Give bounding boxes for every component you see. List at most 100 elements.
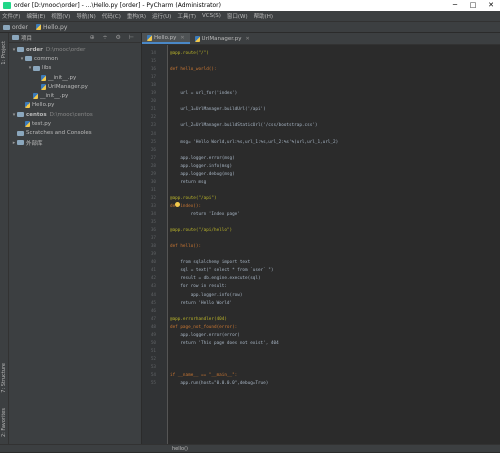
line-number: 30 [150, 179, 156, 185]
menu-vcs[interactable]: VCS(S) [202, 13, 221, 19]
line-number: 31 [150, 187, 156, 193]
code-line[interactable]: def hello_world(): [170, 67, 217, 73]
code-line[interactable]: app.logger.error(error) [170, 333, 240, 339]
menu-refactor[interactable]: 重构(R) [127, 12, 146, 20]
code-line[interactable]: msg= 'Hello World,url:%s,url_1:%s,url_2:… [170, 140, 338, 146]
close-tab-icon[interactable]: ✕ [180, 35, 184, 41]
code-line[interactable]: result = db.engine.execute(sql) [170, 276, 260, 282]
folder-icon [33, 65, 40, 71]
line-number: 35 [150, 220, 156, 226]
code-editor[interactable]: 14 @app.route("/") 15 16 def hello_world(): 1… [151, 45, 500, 444]
tree-item[interactable]: __init__.py [9, 91, 141, 100]
tab-label: Hello.py [154, 34, 177, 41]
code-line[interactable]: @app.route("/api") [170, 196, 217, 202]
code-line[interactable]: url_1=UrlManager.buildUrl('/api') [170, 107, 265, 113]
code-line[interactable]: return msg [170, 180, 206, 186]
tab-urlmanager-py[interactable]: UrlManager.py ✕ [190, 33, 255, 44]
tree-item-label: 外部库 [26, 140, 43, 147]
code-line[interactable]: @app.route("/api/hello") [170, 228, 232, 234]
tree-item[interactable]: ▾ centos D:\mooc\centos [9, 110, 141, 119]
tree-item[interactable]: Scratches and Consoles [9, 129, 141, 138]
code-line[interactable]: from sqlalchemy import text [170, 260, 250, 266]
python-file-icon [36, 24, 41, 30]
line-number: 46 [150, 308, 156, 314]
tree-item[interactable]: __init__.py [9, 73, 141, 82]
python-file-icon [194, 35, 200, 42]
menu-file[interactable]: 文件(F) [2, 12, 20, 20]
line-number: 48 [150, 324, 156, 330]
status-bar: hello() [0, 444, 500, 452]
editor-tabs: Hello.py ✕ UrlManager.py ✕ [142, 33, 500, 45]
code-line[interactable]: app.logger.info(msg) [170, 164, 232, 170]
line-number: 39 [150, 252, 156, 258]
line-number: 51 [150, 348, 156, 354]
tree-item[interactable]: ▾ order D:\mooc\order [9, 45, 141, 54]
line-number: 26 [150, 147, 156, 153]
code-line[interactable]: def hello(): [170, 244, 201, 250]
line-number: 54 [150, 373, 156, 378]
line-number: 24 [150, 131, 156, 137]
window-title: order [D:\mooc\order] - ...\Hello.py [or… [14, 2, 221, 9]
code-line[interactable]: app.run(host="0.0.0.0",debug=True) [170, 381, 268, 387]
tree-item[interactable]: ▾ common [9, 54, 141, 63]
nav-project[interactable]: order [3, 24, 28, 31]
code-line[interactable]: if __name__ == "__main__": [170, 373, 237, 379]
tree-item-label: centos [26, 111, 47, 118]
menu-help[interactable]: 帮助(H) [254, 12, 273, 20]
project-tree: ▾ order D:\mooc\order ▾ common ▾ libs __init__.… [9, 43, 141, 147]
code-line[interactable]: app.logger.debug(msg) [170, 172, 234, 178]
tree-item[interactable]: test.py [9, 119, 141, 128]
menu-navigate[interactable]: 导航(N) [76, 12, 95, 20]
tree-item[interactable]: ▸ 外部库 [9, 138, 141, 147]
menu-code[interactable]: 代码(C) [102, 12, 121, 20]
tab-label: UrlManager.py [201, 35, 242, 42]
code-line[interactable]: return 'This page does not exist', 404 [170, 341, 278, 347]
project-panel-header: 项目 ⊕ ÷ ⚙ ⊢ [9, 33, 141, 43]
tree-item-path: D:\mooc\centos [49, 111, 93, 118]
tree-item[interactable]: Hello.py [9, 101, 141, 110]
menu-tools[interactable]: 工具(T) [177, 12, 196, 20]
project-panel-tools[interactable]: ⊕ ÷ ⚙ ⊢ [90, 33, 137, 43]
code-line[interactable]: def page_not_found(error): [170, 325, 237, 331]
menu-window[interactable]: 窗口(W) [227, 12, 248, 20]
code-line[interactable]: app.logger.info(row) [170, 293, 243, 299]
line-number: 47 [150, 316, 156, 322]
line-number: 22 [150, 115, 156, 121]
line-number: 34 [150, 212, 156, 217]
menu-edit[interactable]: 编辑(E) [26, 12, 45, 20]
code-line[interactable]: @app.route("/") [170, 51, 209, 57]
tab-hello-py[interactable]: Hello.py ✕ [142, 33, 190, 44]
menu-view[interactable]: 视图(V) [51, 12, 70, 20]
code-line[interactable]: for row in result: [170, 284, 227, 290]
close-button[interactable]: ✕ [482, 0, 500, 11]
favorites-tool-tab[interactable]: 2: Favorites [1, 408, 7, 437]
structure-tool-tab[interactable]: 7: Structure [1, 363, 7, 393]
close-tab-icon[interactable]: ✕ [245, 36, 249, 42]
line-number: 36 [150, 228, 156, 234]
tree-item[interactable]: UrlManager.py [9, 82, 141, 91]
line-number: 29 [150, 171, 156, 177]
line-number: 15 [150, 59, 156, 65]
code-line[interactable]: url = url_for('index') [170, 91, 237, 97]
code-line[interactable]: sql = text(" select * from `user` ") [170, 268, 273, 274]
project-panel-title[interactable]: 项目 [21, 34, 32, 42]
intention-bulb-icon[interactable] [175, 202, 180, 207]
tree-item-path: D:\mooc\order [45, 46, 86, 53]
scratches-icon [17, 130, 24, 136]
tree-item-label: libs [42, 65, 52, 72]
code-line[interactable]: @app.errorhandler(404) [170, 317, 227, 323]
code-line[interactable]: app.logger.error(msg) [170, 156, 234, 162]
folder-icon [3, 24, 10, 30]
code-line[interactable]: url_2=UrlManager.buildStaticUrl('/css/bo… [170, 123, 317, 129]
title-bar: order [D:\mooc\order] - ...\Hello.py [or… [0, 0, 500, 11]
maximize-button[interactable]: □ [464, 0, 482, 11]
line-number: 23 [150, 123, 156, 129]
code-line[interactable]: return 'Index page' [170, 212, 240, 218]
code-line[interactable]: return 'Hello World' [170, 301, 232, 307]
minimize-button[interactable]: ─ [446, 0, 464, 11]
project-tool-tab[interactable]: 1: Project [1, 41, 7, 65]
tree-item[interactable]: ▾ libs [9, 64, 141, 73]
menu-run[interactable]: 运行(U) [152, 12, 171, 20]
nav-file[interactable]: Hello.py [36, 24, 67, 31]
line-number: 53 [150, 364, 156, 370]
